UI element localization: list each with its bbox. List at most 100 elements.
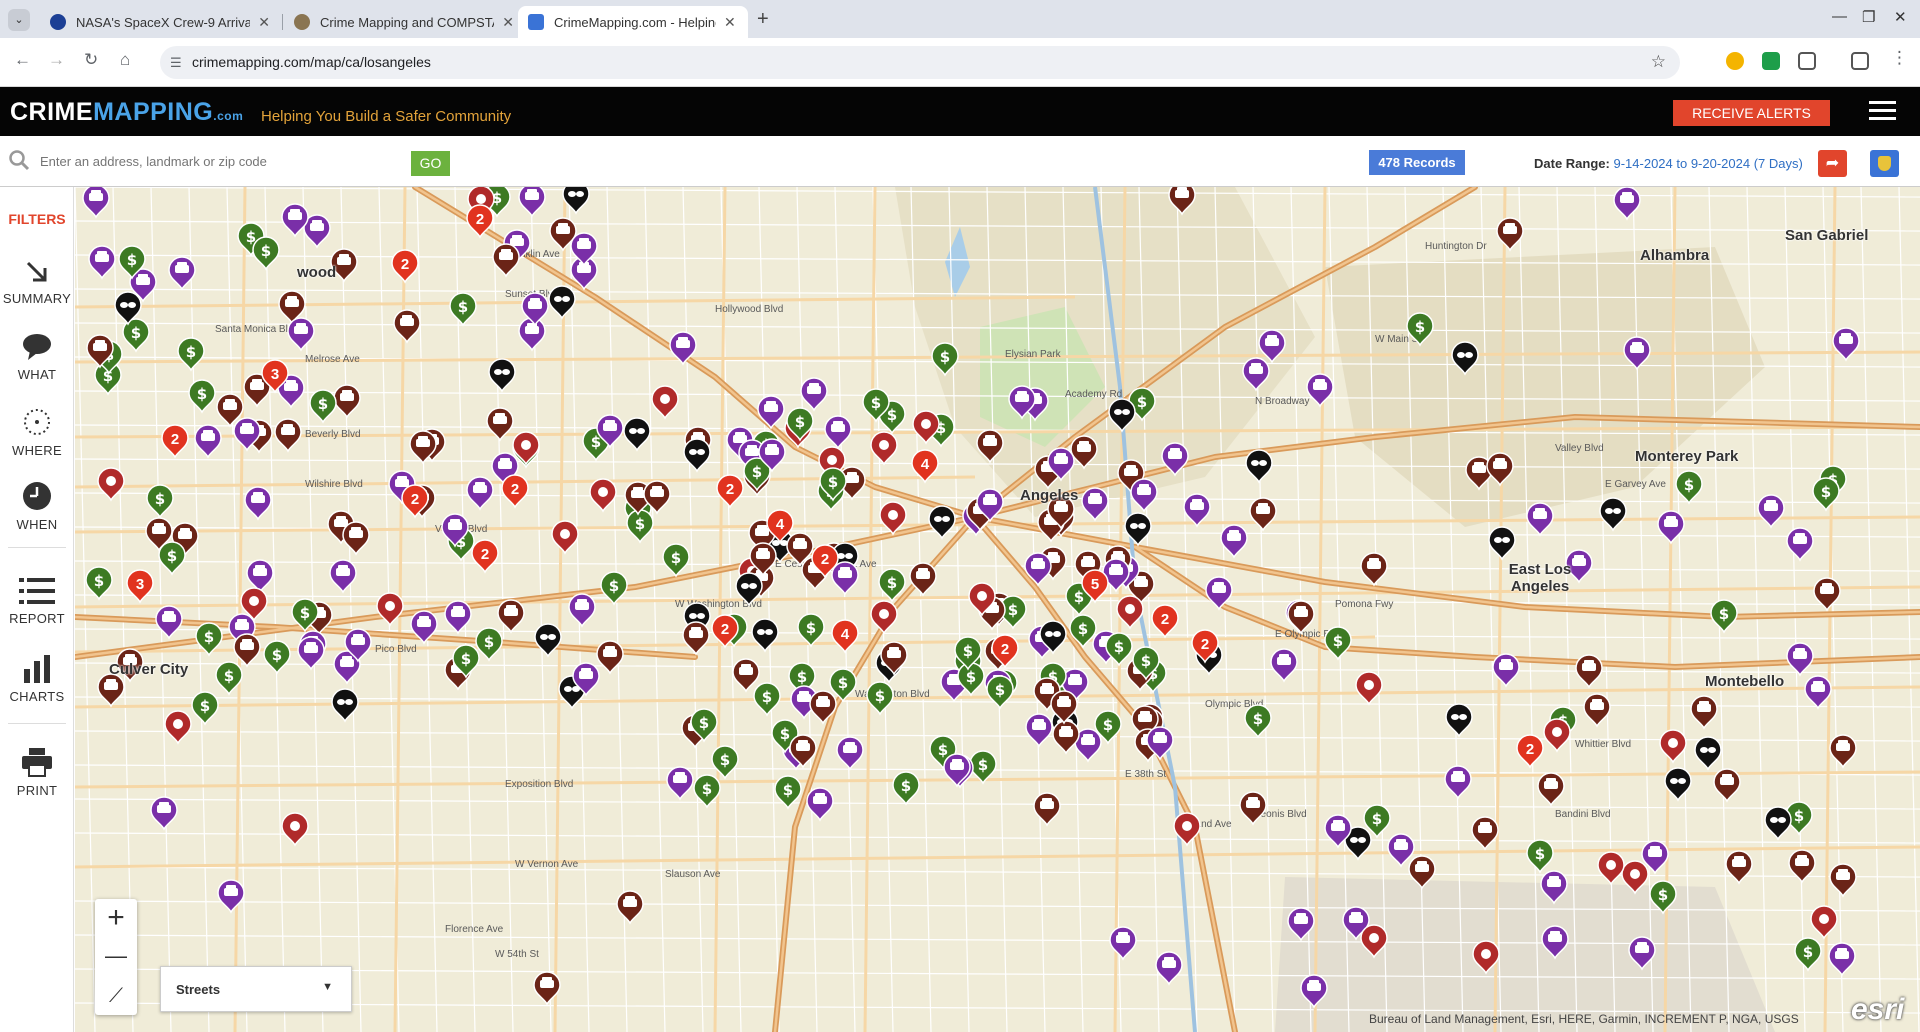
theft-marker[interactable]: $ — [122, 318, 150, 353]
tab-compstat[interactable]: Crime Mapping and COMPSTAT ✕ — [284, 6, 524, 38]
vehicle-marker[interactable] — [155, 605, 183, 640]
summary-button[interactable]: SUMMARY — [0, 259, 74, 306]
zoom-out-button[interactable]: — — [95, 937, 137, 975]
browser-menu-icon[interactable]: ⋮ — [1891, 48, 1908, 68]
theft-marker[interactable]: $ — [753, 682, 781, 717]
burglary-marker[interactable] — [492, 243, 520, 278]
share-arrow-icon[interactable]: ➦ — [1818, 150, 1847, 177]
vehicle-marker[interactable] — [1757, 494, 1785, 529]
vandalism-marker[interactable] — [488, 358, 516, 393]
burglary-marker[interactable] — [1537, 772, 1565, 807]
burglary-marker[interactable] — [333, 384, 361, 419]
assault-marker[interactable] — [1597, 851, 1625, 886]
assault-marker[interactable] — [1810, 905, 1838, 940]
extension-icon[interactable] — [1762, 52, 1780, 70]
filters-heading[interactable]: FILTERS — [0, 211, 74, 227]
assault-marker[interactable] — [879, 501, 907, 536]
assault-marker[interactable] — [1543, 718, 1571, 753]
close-window-button[interactable]: ✕ — [1894, 8, 1907, 26]
burglary-marker[interactable] — [1496, 217, 1524, 252]
vehicle-marker[interactable] — [1155, 951, 1183, 986]
burglary-marker[interactable] — [1690, 695, 1718, 730]
cluster-marker[interactable]: 2 — [161, 424, 189, 459]
assault-marker[interactable] — [870, 431, 898, 466]
date-range-value[interactable]: 9-14-2024 to 9-20-2024 (7 Days) — [1613, 156, 1802, 171]
vehicle-marker[interactable] — [444, 600, 472, 635]
vandalism-marker[interactable] — [1245, 449, 1273, 484]
go-button[interactable]: GO — [411, 151, 450, 176]
assault-marker[interactable] — [870, 600, 898, 635]
burglary-marker[interactable] — [1575, 654, 1603, 689]
vehicle-marker[interactable] — [1526, 502, 1554, 537]
theft-marker[interactable]: $ — [449, 292, 477, 327]
restore-button[interactable]: ❐ — [1862, 8, 1875, 26]
burglary-marker[interactable] — [1471, 816, 1499, 851]
bookmark-star-icon[interactable]: ☆ — [1651, 52, 1666, 72]
burglary-marker[interactable] — [1829, 863, 1857, 898]
theft-marker[interactable]: $ — [1105, 632, 1133, 667]
theft-marker[interactable]: $ — [263, 640, 291, 675]
theft-marker[interactable]: $ — [85, 566, 113, 601]
assault-marker[interactable] — [651, 385, 679, 420]
assault-marker[interactable] — [551, 520, 579, 555]
vehicle-marker[interactable] — [329, 559, 357, 594]
when-button[interactable]: WHEN — [0, 481, 74, 532]
vandalism-marker[interactable] — [534, 623, 562, 658]
assault-marker[interactable] — [1355, 671, 1383, 706]
vehicle-marker[interactable] — [800, 377, 828, 412]
theft-marker[interactable]: $ — [309, 389, 337, 424]
basemap-selector[interactable]: Streets ▼ — [160, 966, 352, 1012]
vehicle-marker[interactable] — [568, 593, 596, 628]
vehicle-marker[interactable] — [1613, 187, 1641, 221]
burglary-marker[interactable] — [97, 673, 125, 708]
theft-marker[interactable]: $ — [252, 236, 280, 271]
crimemapping-logo[interactable]: CRIMEMAPPING.com — [10, 98, 243, 127]
home-icon[interactable]: ⌂ — [120, 50, 130, 70]
burglary-marker[interactable] — [393, 309, 421, 344]
vandalism-marker[interactable] — [623, 417, 651, 452]
vehicle-marker[interactable] — [217, 879, 245, 914]
tab-close-icon[interactable]: ✕ — [502, 14, 514, 31]
burglary-marker[interactable] — [1052, 720, 1080, 755]
vehicle-marker[interactable] — [194, 424, 222, 459]
cluster-marker[interactable]: 2 — [1516, 734, 1544, 769]
tab-search-menu-button[interactable]: ⌄ — [8, 9, 30, 31]
extension-icon[interactable] — [1726, 52, 1744, 70]
vehicle-marker[interactable] — [1786, 527, 1814, 562]
theft-marker[interactable]: $ — [158, 541, 186, 576]
theft-marker[interactable]: $ — [1675, 470, 1703, 505]
burglary-marker[interactable] — [1360, 552, 1388, 587]
burglary-marker[interactable] — [1583, 693, 1611, 728]
cluster-marker[interactable]: 2 — [391, 249, 419, 284]
tab-close-icon[interactable]: ✕ — [724, 14, 736, 31]
burglary-marker[interactable] — [682, 621, 710, 656]
burglary-marker[interactable] — [1813, 577, 1841, 612]
vandalism-marker[interactable] — [1445, 703, 1473, 738]
vehicle-marker[interactable] — [1657, 510, 1685, 545]
minimize-button[interactable]: — — [1832, 8, 1847, 25]
vehicle-marker[interactable] — [1183, 493, 1211, 528]
burglary-marker[interactable] — [1725, 850, 1753, 885]
vandalism-marker[interactable] — [928, 505, 956, 540]
theft-marker[interactable]: $ — [662, 543, 690, 578]
burglary-marker[interactable] — [732, 658, 760, 693]
vehicle-marker[interactable] — [150, 796, 178, 831]
theft-marker[interactable]: $ — [1794, 937, 1822, 972]
assault-marker[interactable] — [281, 812, 309, 847]
vehicle-marker[interactable] — [824, 415, 852, 450]
what-button[interactable]: WHAT — [0, 333, 74, 382]
receive-alerts-button[interactable]: RECEIVE ALERTS — [1673, 100, 1830, 126]
back-icon[interactable]: ← — [14, 50, 31, 70]
theft-marker[interactable]: $ — [626, 509, 654, 544]
vehicle-marker[interactable] — [1025, 713, 1053, 748]
vehicle-marker[interactable] — [1492, 653, 1520, 688]
vehicle-marker[interactable] — [831, 561, 859, 596]
theft-marker[interactable]: $ — [1710, 599, 1738, 634]
vehicle-marker[interactable] — [666, 766, 694, 801]
vehicle-marker[interactable] — [1804, 675, 1832, 710]
vandalism-marker[interactable] — [1599, 497, 1627, 532]
burglary-marker[interactable] — [1829, 734, 1857, 769]
measure-tool-icon[interactable]: ⟋ — [95, 977, 137, 1015]
burglary-marker[interactable] — [1713, 768, 1741, 803]
vandalism-marker[interactable] — [562, 187, 590, 215]
